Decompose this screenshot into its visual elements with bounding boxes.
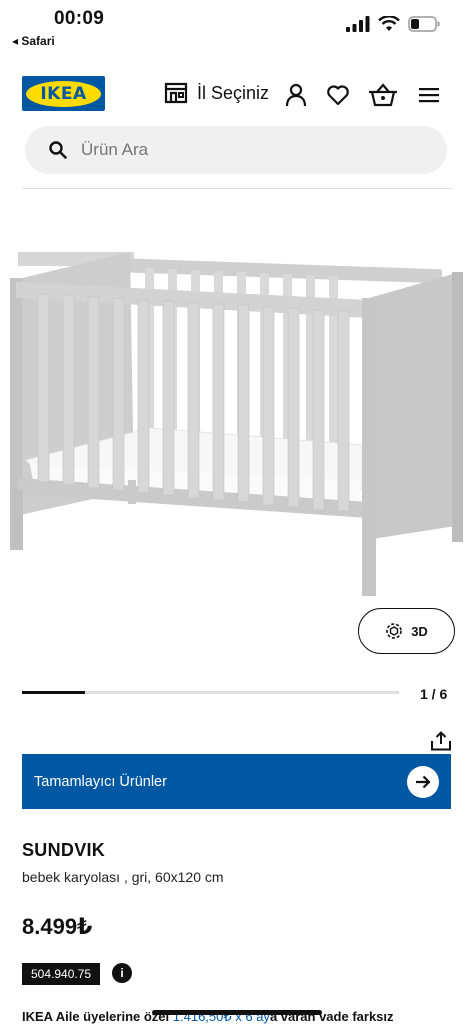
heart-icon[interactable] xyxy=(325,82,351,108)
status-icons xyxy=(346,16,440,32)
store-selector-button[interactable]: İl Seçiniz xyxy=(164,82,269,104)
info-icon[interactable]: i xyxy=(112,963,132,983)
store-icon xyxy=(164,82,188,104)
status-time: 00:09 xyxy=(54,8,105,29)
product-description: bebek karyolası , gri, 60x120 cm xyxy=(22,869,224,885)
home-indicator xyxy=(152,1010,322,1015)
view-3d-button[interactable]: 3D xyxy=(358,608,455,654)
cart-icon[interactable] xyxy=(367,82,399,108)
article-number-badge: 504.940.75 xyxy=(22,963,101,985)
gallery-progress-bar[interactable] xyxy=(22,691,399,694)
search-icon xyxy=(49,141,67,159)
site-header: IKEA İl Seçiniz xyxy=(0,72,474,118)
share-icon[interactable] xyxy=(430,731,452,751)
account-icon[interactable] xyxy=(283,82,309,108)
gallery-progress-fill xyxy=(22,691,85,694)
product-price: 8.499₺ xyxy=(22,914,93,939)
header-divider xyxy=(22,188,452,189)
menu-icon[interactable] xyxy=(416,82,442,108)
product-image-crib[interactable] xyxy=(0,240,474,610)
complementary-products-button[interactable]: Tamamlayıcı Ürünler xyxy=(22,754,451,809)
signal-icon xyxy=(346,16,370,32)
complementary-products-label: Tamamlayıcı Ürünler xyxy=(34,773,167,790)
promo-prefix: IKEA Aile üyelerine özel xyxy=(22,1009,170,1024)
ikea-logo[interactable]: IKEA xyxy=(22,76,105,111)
wifi-icon xyxy=(378,16,400,31)
store-selector-label: İl Seçiniz xyxy=(197,82,270,103)
search-input[interactable] xyxy=(81,140,401,160)
product-name: SUNDVIK xyxy=(22,840,106,860)
status-bar: 00:09 ◂ Safari xyxy=(0,0,474,50)
arrow-right-icon xyxy=(407,766,439,798)
view-3d-label: 3D xyxy=(411,623,428,639)
back-to-safari-link[interactable]: ◂ Safari xyxy=(12,34,55,48)
search-bar[interactable] xyxy=(25,126,447,174)
battery-icon xyxy=(408,16,440,32)
3d-cube-icon xyxy=(386,623,402,639)
gallery-pager: 1 / 6 xyxy=(420,686,448,702)
